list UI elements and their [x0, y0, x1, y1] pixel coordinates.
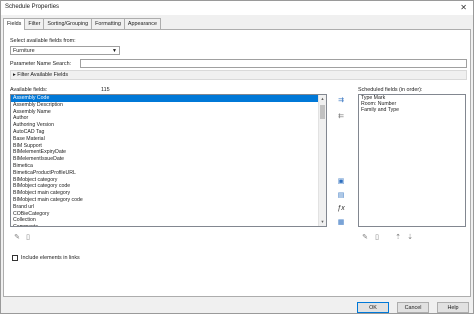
calculated-value-icon[interactable]: ƒx — [335, 204, 347, 213]
available-field-item[interactable]: BIMelementExpiryDate — [11, 149, 326, 156]
available-fields-count: 115 — [101, 87, 110, 93]
edit-scheduled-field-icon[interactable]: ✎ — [360, 233, 370, 243]
window-title: Schedule Properties — [5, 4, 60, 10]
available-field-item[interactable]: COBieCategory — [11, 211, 326, 218]
add-parameter-icon[interactable]: ⇉ — [335, 96, 347, 105]
available-field-item[interactable]: Assembly Code — [11, 95, 326, 102]
param-search-input[interactable] — [80, 59, 467, 68]
available-field-item[interactable]: AutoCAD Tag — [11, 129, 326, 136]
available-field-item[interactable]: BIMelementIssueDate — [11, 156, 326, 163]
new-parameter-icon[interactable]: ▣ — [335, 177, 347, 186]
available-field-item[interactable]: BIMobject main category — [11, 190, 326, 197]
tab-sorting-grouping[interactable]: Sorting/Grouping — [43, 18, 93, 29]
scheduled-field-item[interactable]: Family and Type — [359, 107, 465, 113]
chevron-down-icon: ▼ — [112, 48, 117, 54]
available-field-item[interactable]: Bimetica — [11, 163, 326, 170]
available-field-item[interactable]: Brand url — [11, 204, 326, 211]
available-field-item[interactable]: BIMobject category code — [11, 183, 326, 190]
edit-field-icon[interactable]: ✎ — [12, 233, 22, 243]
title-bar: Schedule Properties ✕ — [1, 1, 473, 15]
move-up-icon[interactable]: ⇡ — [393, 233, 403, 243]
category-select-value: Furniture — [13, 48, 35, 54]
scroll-down-icon[interactable]: ▼ — [319, 218, 326, 226]
remove-parameter-icon[interactable]: ⇇ — [335, 112, 347, 121]
delete-field-icon[interactable]: ▯ — [23, 233, 33, 243]
tab-formatting[interactable]: Formatting — [91, 18, 125, 29]
available-field-item[interactable]: BIM Support — [11, 143, 326, 150]
include-links-checkbox[interactable] — [12, 255, 18, 261]
scroll-thumb[interactable] — [320, 105, 325, 119]
tab-appearance[interactable]: Appearance — [123, 18, 161, 29]
tab-filter[interactable]: Filter — [24, 18, 45, 29]
available-field-item[interactable]: Comments — [11, 224, 326, 226]
available-field-item[interactable]: Collection — [11, 217, 326, 224]
available-field-item[interactable]: BimeticaProductProfileURL — [11, 170, 326, 177]
available-fields-label: Available fields: — [10, 87, 48, 93]
delete-scheduled-field-icon[interactable]: ▯ — [372, 233, 382, 243]
tab-strip: Fields Filter Sorting/Grouping Formattin… — [3, 18, 161, 30]
available-field-item[interactable]: Author — [11, 115, 326, 122]
move-down-icon[interactable]: ⇣ — [405, 233, 415, 243]
available-fields-rows: Assembly Code Assembly Description Assembl… — [11, 95, 326, 226]
include-links-label: Include elements in links — [21, 255, 80, 261]
param-search-label: Parameter Name Search: — [10, 61, 72, 67]
cancel-button[interactable]: Cancel — [397, 302, 429, 313]
scheduled-fields-list[interactable]: Type Mark Room: Number Family and Type — [358, 94, 466, 227]
available-field-item[interactable]: BIMobject category — [11, 177, 326, 184]
combine-parameters-icon[interactable]: ▦ — [335, 218, 347, 227]
tab-fields[interactable]: Fields — [3, 18, 26, 30]
help-button[interactable]: Help — [437, 302, 469, 313]
chevron-right-icon: ▸ — [13, 72, 16, 78]
available-field-item[interactable]: BIMobject main category code — [11, 197, 326, 204]
vertical-scrollbar[interactable]: ▲ ▼ — [318, 95, 326, 226]
available-fields-list[interactable]: Assembly Code Assembly Description Assembl… — [10, 94, 327, 227]
category-select[interactable]: Furniture ▼ — [10, 46, 120, 55]
scheduled-fields-rows: Type Mark Room: Number Family and Type — [359, 95, 465, 114]
filter-available-fields-toggle[interactable]: ▸ Filter Available Fields — [10, 70, 467, 80]
fields-tab-panel: Select available fields from: Furniture … — [3, 29, 471, 297]
close-icon[interactable]: ✕ — [460, 3, 467, 12]
edit-parameter-icon[interactable]: ▤ — [335, 191, 347, 200]
filter-toggle-label: Filter Available Fields — [17, 72, 69, 78]
scroll-up-icon[interactable]: ▲ — [319, 95, 326, 103]
available-field-item[interactable]: Assembly Description — [11, 102, 326, 109]
scheduled-fields-label: Scheduled fields (in order): — [358, 87, 423, 93]
select-fields-label: Select available fields from: — [10, 38, 76, 44]
ok-button[interactable]: OK — [357, 302, 389, 313]
schedule-properties-dialog: Schedule Properties ✕ Fields Filter Sort… — [0, 0, 474, 314]
available-field-item[interactable]: Authoring Version — [11, 122, 326, 129]
available-field-item[interactable]: Assembly Name — [11, 109, 326, 116]
available-field-item[interactable]: Base Material — [11, 136, 326, 143]
